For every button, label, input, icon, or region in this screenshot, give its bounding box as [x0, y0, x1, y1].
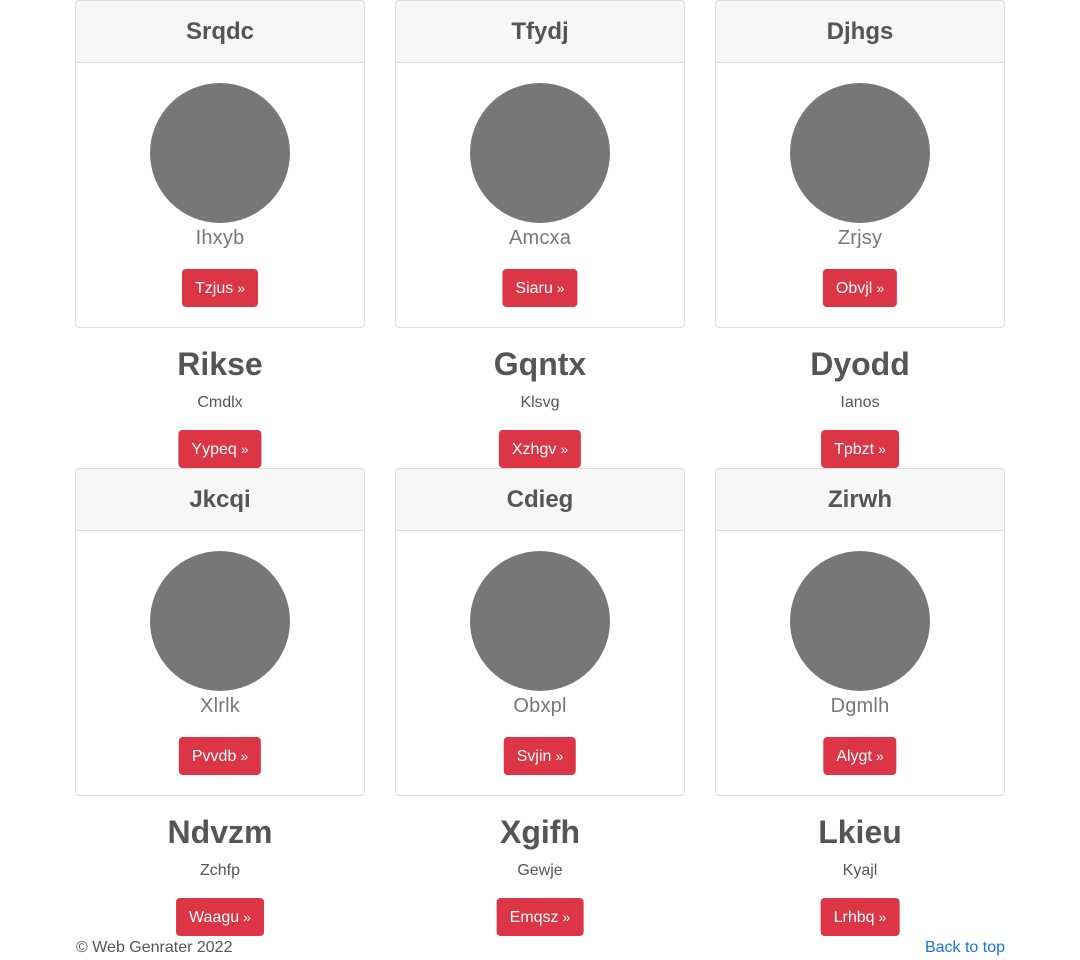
profile-card: Jkcqi Xlrlk Pvvdb»	[75, 468, 365, 796]
feature-title: Gqntx	[493, 346, 587, 382]
button-label: Lrhbq	[833, 909, 875, 926]
profile-card: Cdieg Obxpl Svjin»	[395, 468, 685, 796]
feature-action-button[interactable]: Emqsz»	[496, 898, 584, 936]
button-label: Svjin	[516, 748, 552, 765]
profile-card: Tfydj Amcxa Siaru»	[395, 0, 685, 328]
button-label: Pvvdb	[191, 748, 237, 765]
avatar-placeholder	[790, 551, 930, 691]
card-action-button[interactable]: Svjin»	[503, 737, 577, 775]
card-header: Srqdc	[76, 1, 364, 63]
feature-action-button[interactable]: Lrhbq»	[820, 898, 900, 936]
chevron-double-right-icon: »	[876, 280, 885, 296]
card-subtitle: Dgmlh	[830, 695, 890, 717]
chevron-double-right-icon: »	[875, 748, 884, 764]
profile-card: Srqdc Ihxyb Tzjus»	[75, 0, 365, 328]
avatar-placeholder	[150, 83, 290, 223]
feature-text: Kyajl	[842, 862, 878, 879]
chevron-double-right-icon: »	[560, 441, 569, 457]
button-label: Waagu	[189, 909, 240, 926]
button-label: Alygt	[836, 748, 872, 765]
chevron-double-right-icon: »	[237, 280, 246, 296]
back-to-top-link[interactable]: Back to top	[925, 939, 1005, 957]
card-subtitle: Zrjsy	[837, 227, 883, 249]
feature-action-button[interactable]: Xzhgv»	[498, 430, 582, 468]
card-subtitle: Obxpl	[513, 695, 567, 717]
card-subtitle: Ihxyb	[195, 227, 245, 249]
button-label: Emqsz	[509, 909, 559, 926]
chevron-double-right-icon: »	[240, 748, 249, 764]
card-subtitle: Amcxa	[508, 227, 572, 249]
avatar-placeholder	[790, 83, 930, 223]
avatar-placeholder	[150, 551, 290, 691]
button-label: Obvjl	[835, 280, 873, 297]
chevron-double-right-icon: »	[556, 280, 565, 296]
feature-title: Ndvzm	[167, 814, 273, 850]
feature-title: Dyodd	[810, 346, 910, 382]
button-label: Tpbzt	[834, 441, 875, 458]
card-header: Cdieg	[396, 469, 684, 531]
card-header: Zirwh	[716, 469, 1004, 531]
feature-text: Gewje	[517, 862, 563, 879]
chevron-double-right-icon: »	[562, 909, 571, 925]
button-label: Tzjus	[194, 280, 234, 297]
feature-title: Lkieu	[818, 814, 902, 850]
card-header: Djhgs	[716, 1, 1004, 63]
footer-copyright: © Web Genrater 2022	[76, 939, 233, 956]
feature-action-button[interactable]: Waagu»	[176, 898, 264, 936]
profile-card: Zirwh Dgmlh Alygt»	[715, 468, 1005, 796]
feature-action-button[interactable]: Yypeq»	[178, 430, 262, 468]
card-action-button[interactable]: Siaru»	[502, 269, 578, 307]
page: Srqdc Ihxyb Tzjus» Rikse Cmdlx Yypeq» Tf…	[0, 0, 1080, 960]
card-header: Jkcqi	[76, 469, 364, 531]
profile-card: Djhgs Zrjsy Obvjl»	[715, 0, 1005, 328]
feature-action-button[interactable]: Tpbzt»	[821, 430, 899, 468]
chevron-double-right-icon: »	[240, 441, 249, 457]
chevron-double-right-icon: »	[555, 748, 564, 764]
card-action-button[interactable]: Tzjus»	[181, 269, 259, 307]
avatar-placeholder	[470, 551, 610, 691]
chevron-double-right-icon: »	[878, 909, 887, 925]
card-subtitle: Xlrlk	[200, 695, 240, 717]
chevron-double-right-icon: »	[878, 441, 886, 457]
feature-title: Xgifh	[500, 814, 580, 850]
chevron-double-right-icon: »	[243, 909, 251, 925]
card-action-button[interactable]: Obvjl»	[822, 269, 898, 307]
feature-text: Cmdlx	[197, 394, 243, 411]
feature-text: Ianos	[840, 394, 880, 411]
button-label: Xzhgv	[511, 441, 557, 458]
feature-text: Klsvg	[520, 394, 560, 411]
card-header: Tfydj	[396, 1, 684, 63]
feature-text: Zchfp	[199, 862, 240, 879]
avatar-placeholder	[470, 83, 610, 223]
card-action-button[interactable]: Pvvdb»	[178, 737, 262, 775]
feature-title: Rikse	[177, 346, 263, 382]
card-action-button[interactable]: Alygt»	[823, 737, 897, 775]
button-label: Siaru	[515, 280, 553, 297]
button-label: Yypeq	[191, 441, 237, 458]
